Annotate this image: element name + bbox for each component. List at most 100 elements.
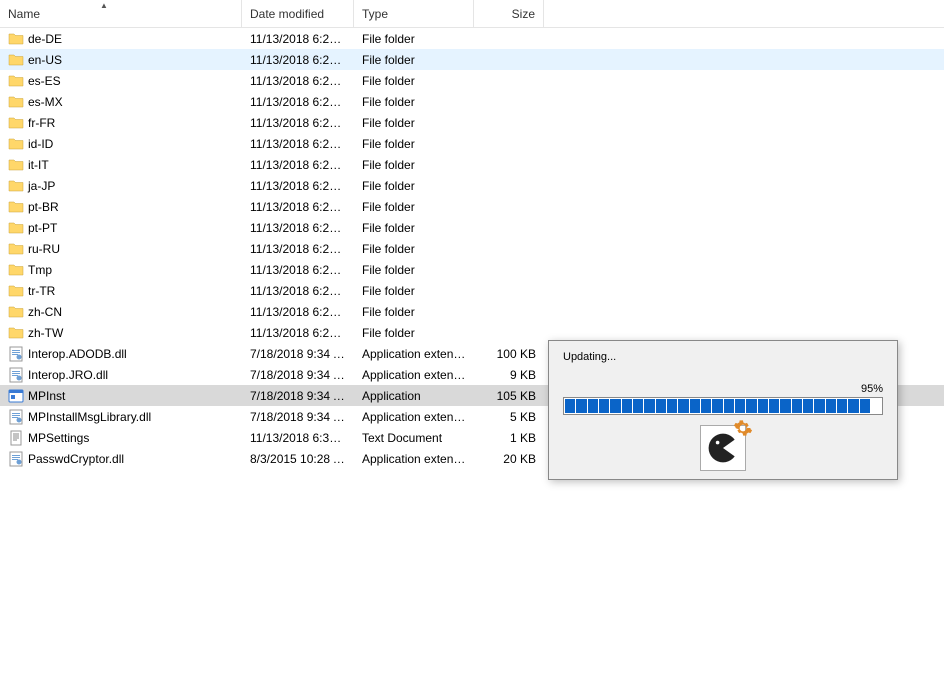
app-icon bbox=[700, 425, 746, 471]
progress-segment bbox=[678, 399, 688, 413]
progress-segment bbox=[599, 399, 609, 413]
file-row[interactable]: fr-FR11/13/2018 6:29 PMFile folder bbox=[0, 112, 944, 133]
file-date: 11/13/2018 6:29 PM bbox=[242, 158, 354, 172]
file-size: 100 KB bbox=[474, 347, 544, 361]
progress-segment bbox=[667, 399, 677, 413]
folder-icon bbox=[8, 283, 24, 299]
file-row[interactable]: pt-BR11/13/2018 6:29 PMFile folder bbox=[0, 196, 944, 217]
folder-icon bbox=[8, 304, 24, 320]
file-type: File folder bbox=[354, 95, 474, 109]
folder-icon bbox=[8, 262, 24, 278]
file-date: 7/18/2018 9:34 AM bbox=[242, 347, 354, 361]
progress-percent-label: 95% bbox=[563, 383, 883, 395]
column-headers: Name ▲ Date modified Type Size bbox=[0, 0, 944, 28]
progress-segment bbox=[622, 399, 632, 413]
folder-icon bbox=[8, 73, 24, 89]
file-row[interactable]: pt-PT11/13/2018 6:29 PMFile folder bbox=[0, 217, 944, 238]
file-date: 7/18/2018 9:34 AM bbox=[242, 389, 354, 403]
file-row[interactable]: ru-RU 11/13/2018 6:29 PMFile folder bbox=[0, 238, 944, 259]
file-date: 7/18/2018 9:34 AM bbox=[242, 368, 354, 382]
file-row[interactable]: Tmp11/13/2018 6:29 PMFile folder bbox=[0, 259, 944, 280]
progress-segment bbox=[769, 399, 779, 413]
file-type: Application extens... bbox=[354, 452, 474, 466]
column-header-date[interactable]: Date modified bbox=[242, 0, 354, 27]
column-header-label: Type bbox=[362, 7, 388, 21]
file-date: 7/18/2018 9:34 AM bbox=[242, 410, 354, 424]
progress-segment bbox=[758, 399, 768, 413]
file-row[interactable]: de-DE11/13/2018 6:29 PMFile folder bbox=[0, 28, 944, 49]
file-row[interactable]: ja-JP11/13/2018 6:29 PMFile folder bbox=[0, 175, 944, 196]
progress-segment bbox=[610, 399, 620, 413]
file-date: 11/13/2018 6:29 PM bbox=[242, 242, 354, 256]
file-date: 11/13/2018 6:29 PM bbox=[242, 137, 354, 151]
txt-icon bbox=[8, 430, 24, 446]
progress-segment bbox=[780, 399, 790, 413]
folder-icon bbox=[8, 136, 24, 152]
folder-icon bbox=[8, 241, 24, 257]
progress-segment bbox=[826, 399, 836, 413]
progress-segment bbox=[633, 399, 643, 413]
folder-icon bbox=[8, 52, 24, 68]
file-name: ru-RU bbox=[28, 242, 60, 256]
file-size: 1 KB bbox=[474, 431, 544, 445]
file-name: es-ES bbox=[28, 74, 61, 88]
file-row[interactable]: es-MX11/13/2018 6:29 PMFile folder bbox=[0, 91, 944, 112]
file-type: File folder bbox=[354, 53, 474, 67]
file-row[interactable]: tr-TR 11/13/2018 6:29 PMFile folder bbox=[0, 280, 944, 301]
file-name: MPSettings bbox=[28, 431, 89, 445]
progress-segment bbox=[871, 399, 881, 413]
file-type: Application extens... bbox=[354, 410, 474, 424]
progress-segment bbox=[701, 399, 711, 413]
file-date: 11/13/2018 6:29 PM bbox=[242, 116, 354, 130]
dialog-icon-wrap bbox=[563, 425, 883, 471]
progress-segment bbox=[803, 399, 813, 413]
progress-segment bbox=[712, 399, 722, 413]
file-type: File folder bbox=[354, 32, 474, 46]
file-type: File folder bbox=[354, 137, 474, 151]
file-row[interactable]: it-IT11/13/2018 6:29 PMFile folder bbox=[0, 154, 944, 175]
app-icon bbox=[8, 388, 24, 404]
file-type: File folder bbox=[354, 242, 474, 256]
file-row[interactable]: zh-CN11/13/2018 6:29 PMFile folder bbox=[0, 301, 944, 322]
progress-segment bbox=[735, 399, 745, 413]
file-row[interactable]: id-ID11/13/2018 6:29 PMFile folder bbox=[0, 133, 944, 154]
folder-icon bbox=[8, 220, 24, 236]
file-type: File folder bbox=[354, 263, 474, 277]
folder-icon bbox=[8, 199, 24, 215]
file-name: zh-TW bbox=[28, 326, 63, 340]
file-type: Application bbox=[354, 389, 474, 403]
file-date: 11/13/2018 6:29 PM bbox=[242, 74, 354, 88]
file-row[interactable]: es-ES 11/13/2018 6:29 PMFile folder bbox=[0, 70, 944, 91]
file-name: MPInstallMsgLibrary.dll bbox=[28, 410, 151, 424]
file-name: Tmp bbox=[28, 263, 52, 277]
gear-icon bbox=[733, 418, 753, 438]
folder-icon bbox=[8, 178, 24, 194]
file-type: File folder bbox=[354, 74, 474, 88]
file-type: File folder bbox=[354, 221, 474, 235]
file-name: tr-TR bbox=[28, 284, 55, 298]
file-row[interactable]: en-US11/13/2018 6:29 PMFile folder bbox=[0, 49, 944, 70]
dll-icon bbox=[8, 367, 24, 383]
file-type: Application extens... bbox=[354, 347, 474, 361]
file-date: 11/13/2018 6:29 PM bbox=[242, 53, 354, 67]
sort-ascending-icon: ▲ bbox=[100, 1, 108, 10]
file-name: pt-BR bbox=[28, 200, 59, 214]
progress-segment bbox=[644, 399, 654, 413]
file-size: 5 KB bbox=[474, 410, 544, 424]
column-header-name[interactable]: Name ▲ bbox=[0, 0, 242, 27]
column-header-size[interactable]: Size bbox=[474, 0, 544, 27]
dialog-title: Updating... bbox=[563, 351, 883, 363]
file-date: 8/3/2015 10:28 AM bbox=[242, 452, 354, 466]
folder-icon bbox=[8, 115, 24, 131]
progress-segment bbox=[690, 399, 700, 413]
progress-segment bbox=[656, 399, 666, 413]
folder-icon bbox=[8, 157, 24, 173]
update-progress-dialog: Updating... 95% bbox=[548, 340, 898, 480]
file-size: 9 KB bbox=[474, 368, 544, 382]
file-type: File folder bbox=[354, 200, 474, 214]
file-date: 11/13/2018 6:29 PM bbox=[242, 284, 354, 298]
file-type: File folder bbox=[354, 284, 474, 298]
column-header-type[interactable]: Type bbox=[354, 0, 474, 27]
file-size: 105 KB bbox=[474, 389, 544, 403]
column-header-label: Size bbox=[512, 7, 535, 21]
